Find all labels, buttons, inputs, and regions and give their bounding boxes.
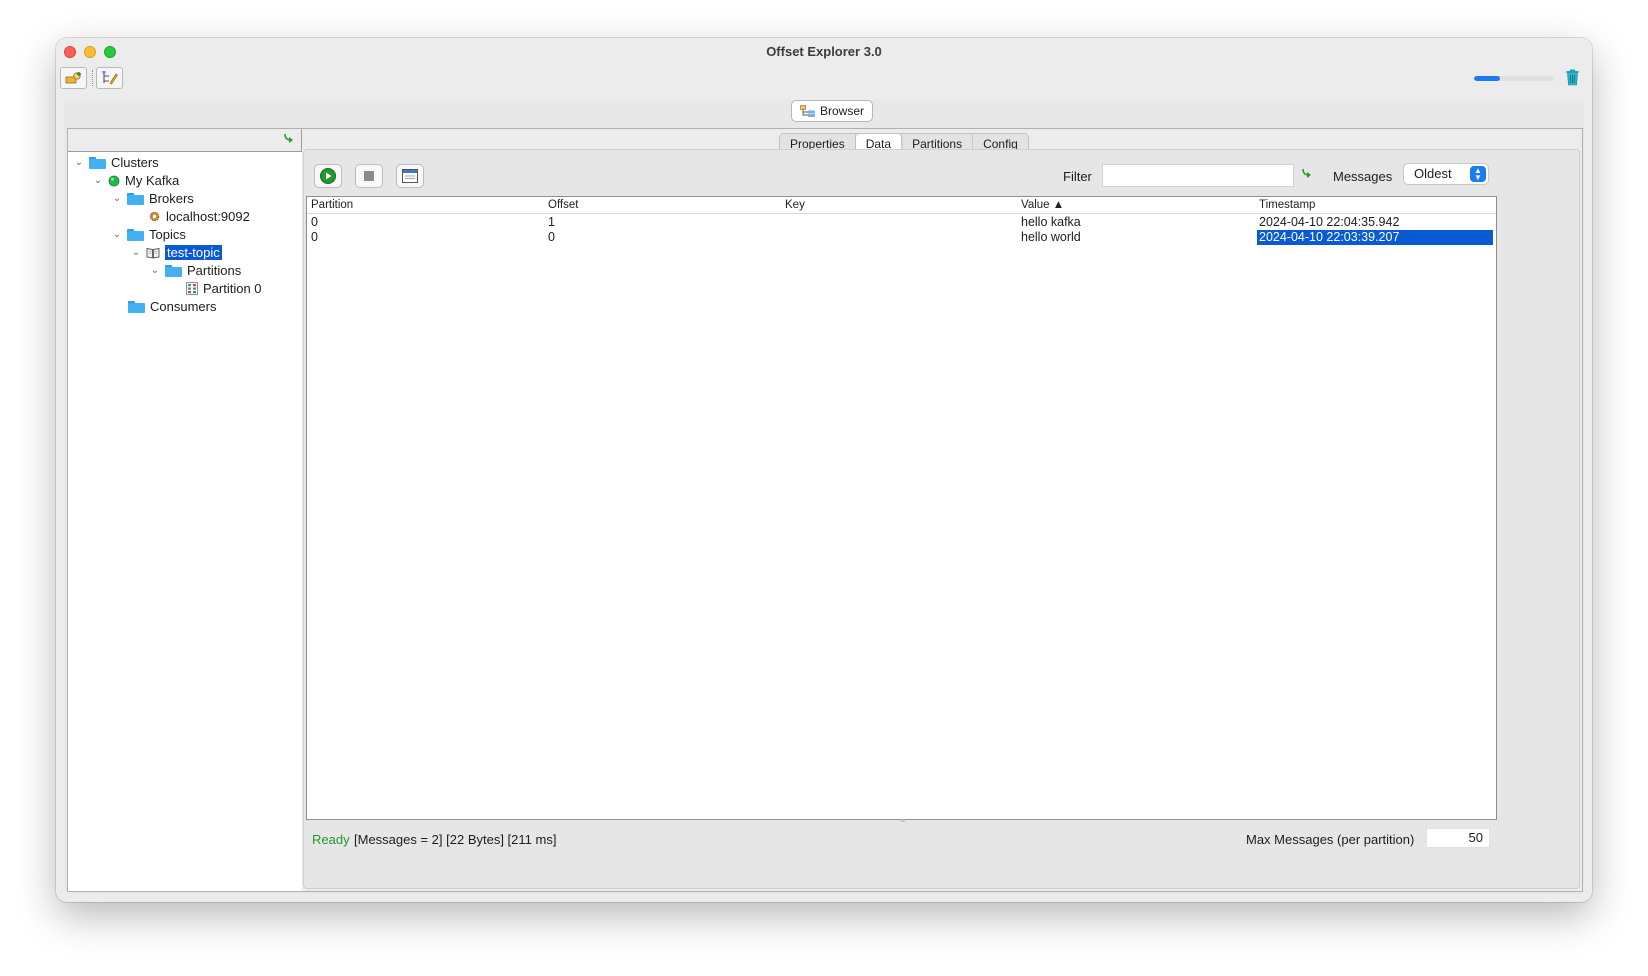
connected-status-icon (108, 175, 120, 186)
cluster-tree: ⌄ Clusters ⌄ My Kafka ⌄ Brokers localhos… (68, 151, 302, 891)
browser-button[interactable]: Browser (791, 100, 873, 122)
toolbar-separator (92, 70, 93, 86)
progress-bar-fill (1474, 76, 1501, 81)
edit-connection-button[interactable] (96, 67, 123, 89)
chevron-down-icon[interactable]: ⌄ (93, 175, 103, 186)
play-icon (320, 168, 336, 184)
refresh-tree-button[interactable] (283, 133, 295, 148)
split-pane: ⌄ Clusters ⌄ My Kafka ⌄ Brokers localhos… (67, 128, 1583, 892)
messages-label: Messages (1333, 169, 1393, 184)
window-title: Offset Explorer 3.0 (766, 44, 882, 59)
minimize-window-button[interactable] (84, 46, 96, 58)
max-messages-label: Max Messages (per partition) (1246, 832, 1415, 847)
select-arrows-icon: ▲ ▼ (1470, 166, 1486, 182)
window-icon (402, 169, 418, 183)
main-toolbar (56, 66, 1592, 92)
progress-bar (1474, 76, 1554, 81)
edit-tree-icon (102, 71, 118, 85)
max-messages-input[interactable]: 50 (1426, 828, 1490, 848)
chevron-down-icon[interactable]: ⌄ (74, 157, 84, 168)
status-ready: Ready (312, 832, 350, 847)
view-message-button[interactable] (396, 164, 424, 188)
partition-grid-icon (186, 282, 198, 295)
cell-value: hello world (1021, 230, 1081, 244)
stop-icon (364, 171, 374, 181)
tree-node-partition[interactable]: Partition 0 (186, 279, 262, 298)
add-connection-icon (65, 72, 81, 84)
column-header-value[interactable]: Value ▲ (1021, 199, 1064, 211)
title-bar: Offset Explorer 3.0 (56, 38, 1592, 66)
cell-offset: 1 (548, 215, 555, 229)
cell-timestamp-selected: 2024-04-10 22:03:39.207 (1257, 230, 1493, 245)
tree-header (68, 129, 301, 151)
tree-node-topics[interactable]: ⌄ Topics (112, 225, 186, 244)
cell-value: hello kafka (1021, 215, 1081, 229)
tree-node-consumers[interactable]: Consumers (128, 297, 216, 316)
chevron-down-icon[interactable]: ⌄ (150, 265, 160, 276)
table-row-selected[interactable]: 0 0 hello world 2024-04-10 22:03:39.207 (307, 230, 1496, 245)
data-panel: Filter Messages Oldest ▲ ▼ Partition Off… (303, 149, 1580, 889)
tree-node-brokers[interactable]: ⌄ Brokers (112, 189, 194, 208)
right-pane: Properties Data Partitions Config Filter… (303, 129, 1582, 891)
tree-label: Partition 0 (203, 281, 262, 296)
folder-icon (89, 156, 106, 169)
stop-button[interactable] (355, 164, 383, 188)
apply-filter-button[interactable] (1301, 168, 1313, 183)
resize-handle[interactable] (901, 819, 905, 822)
filter-input[interactable] (1102, 164, 1294, 187)
broker-gear-icon (149, 211, 160, 222)
column-header-partition[interactable]: Partition (311, 199, 353, 211)
trash-icon (1566, 69, 1579, 86)
browser-content: Browser ⌄ Clusters ⌄ My Kafka ⌄ Brokers … (64, 100, 1584, 894)
maximize-window-button[interactable] (104, 46, 116, 58)
column-header-key[interactable]: Key (785, 199, 805, 211)
table-row[interactable]: 0 1 hello kafka 2024-04-10 22:04:35.942 (307, 215, 1496, 230)
add-connection-button[interactable] (60, 67, 87, 89)
folder-icon (127, 228, 144, 241)
tree-label: Consumers (150, 299, 217, 314)
tree-label: Clusters (111, 155, 159, 170)
messages-order-select[interactable]: Oldest ▲ ▼ (1403, 163, 1489, 185)
app-window: Offset Explorer 3.0 Browser ⌄ Clusters ⌄… (56, 38, 1592, 902)
apply-arrow-icon (1302, 168, 1311, 178)
status-info: [Messages = 2] [22 Bytes] [211 ms] (354, 832, 557, 847)
chevron-down-icon[interactable]: ⌄ (112, 193, 122, 204)
cell-offset: 0 (548, 230, 555, 244)
close-window-button[interactable] (64, 46, 76, 58)
tree-node-clusters[interactable]: ⌄ Clusters (74, 153, 159, 172)
refresh-arrow-icon (284, 133, 293, 143)
trash-button[interactable] (1566, 69, 1579, 89)
left-pane: ⌄ Clusters ⌄ My Kafka ⌄ Brokers localhos… (68, 129, 302, 891)
tree-label: Topics (149, 227, 186, 242)
tree-node-partitions[interactable]: ⌄ Partitions (150, 261, 241, 280)
tree-node-topic[interactable]: ⌄ test-topic (131, 243, 222, 262)
browser-button-label: Browser (819, 104, 864, 118)
column-header-offset[interactable]: Offset (548, 199, 578, 211)
tree-label: My Kafka (125, 173, 180, 188)
folder-icon (128, 300, 145, 313)
browser-icon (800, 104, 815, 117)
chevron-down-icon[interactable]: ⌄ (112, 229, 122, 240)
cell-partition: 0 (311, 215, 318, 229)
tree-label: Brokers (149, 191, 194, 206)
tree-node-broker[interactable]: localhost:9092 (148, 207, 250, 226)
folder-icon (165, 264, 182, 277)
cell-partition: 0 (311, 230, 318, 244)
tree-label: Partitions (187, 263, 242, 278)
messages-order-value: Oldest (1414, 166, 1452, 181)
folder-icon (127, 192, 144, 205)
chevron-down-icon[interactable]: ⌄ (131, 247, 141, 258)
cell-timestamp: 2024-04-10 22:04:35.942 (1259, 215, 1400, 229)
run-button[interactable] (314, 164, 342, 188)
table-header: Partition Offset Key Value ▲ Timestamp (307, 197, 1496, 214)
column-header-timestamp[interactable]: Timestamp (1259, 199, 1315, 211)
tree-node-cluster[interactable]: ⌄ My Kafka (93, 171, 179, 190)
messages-table: Partition Offset Key Value ▲ Timestamp 0… (306, 196, 1497, 822)
filter-label: Filter (1063, 169, 1092, 184)
tree-label-selected: test-topic (165, 245, 222, 260)
tree-label: localhost:9092 (166, 209, 250, 224)
topic-book-icon (146, 247, 160, 259)
